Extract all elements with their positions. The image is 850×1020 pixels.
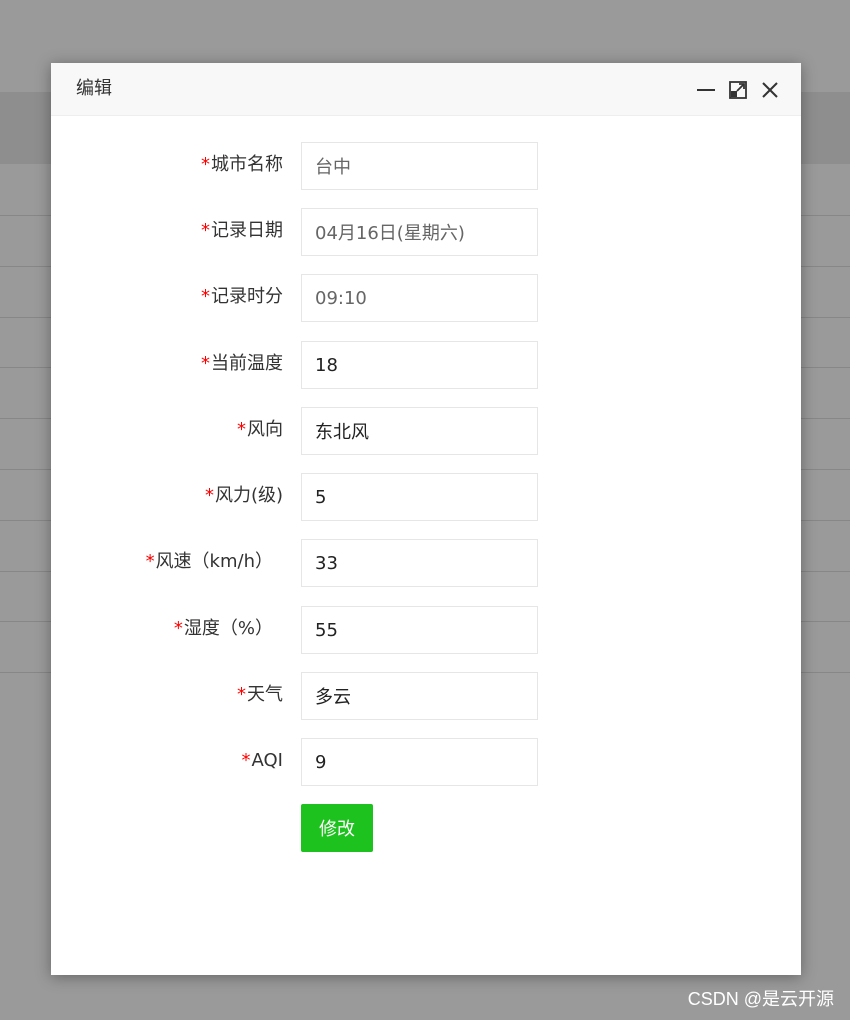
record-time-label-text: 记录时分 xyxy=(211,286,283,307)
aqi-input[interactable] xyxy=(301,738,538,786)
submit-button[interactable]: 修改 xyxy=(301,804,373,852)
minimize-icon[interactable] xyxy=(695,79,717,101)
record-date-label-text: 记录日期 xyxy=(211,220,283,241)
humidity-label: *湿度（%） xyxy=(174,618,273,640)
wind-force-label-text: 风力(级) xyxy=(214,485,283,506)
wind-force-label: *风力(级) xyxy=(205,485,283,507)
wind-direction-input[interactable] xyxy=(301,407,538,455)
record-time-input[interactable] xyxy=(301,274,538,322)
wind-direction-label: *风向 xyxy=(237,419,283,441)
required-mark: * xyxy=(201,353,210,374)
humidity-label-text: 湿度（%） xyxy=(183,618,273,639)
weather-label: *天气 xyxy=(237,684,283,706)
form-row-wind-speed: *风速（km/h） xyxy=(51,539,801,587)
city-name-label: *城市名称 xyxy=(201,154,283,176)
record-date-input[interactable] xyxy=(301,208,538,256)
required-mark: * xyxy=(201,154,210,175)
wind-speed-input[interactable] xyxy=(301,539,538,587)
form-row-wind-direction: *风向 xyxy=(51,407,801,455)
weather-label-text: 天气 xyxy=(247,684,283,705)
aqi-label: *AQI xyxy=(242,750,283,772)
form-row-time: *记录时分 xyxy=(51,274,801,322)
form-row-humidity: *湿度（%） xyxy=(51,606,801,654)
edit-dialog: 编辑 *城市名称 *记录日期 *记录时分 xyxy=(51,63,801,975)
form-row-temperature: *当前温度 xyxy=(51,341,801,389)
record-date-label: *记录日期 xyxy=(201,220,283,242)
required-mark: * xyxy=(201,220,210,241)
wind-force-input[interactable] xyxy=(301,473,538,521)
close-icon[interactable] xyxy=(759,79,781,101)
record-time-label: *记录时分 xyxy=(201,286,283,308)
form-row-city: *城市名称 xyxy=(51,142,801,190)
form-row-weather: *天气 xyxy=(51,672,801,720)
required-mark: * xyxy=(237,419,246,440)
required-mark: * xyxy=(237,684,246,705)
required-mark: * xyxy=(204,485,214,506)
temperature-input[interactable] xyxy=(301,341,538,389)
dialog-header: 编辑 xyxy=(51,63,801,116)
dialog-title: 编辑 xyxy=(76,78,112,99)
temperature-label-text: 当前温度 xyxy=(211,353,283,374)
watermark: CSDN @是云开源 xyxy=(687,989,834,1009)
wind-speed-label-text: 风速（km/h） xyxy=(155,551,273,572)
city-name-label-text: 城市名称 xyxy=(211,154,283,175)
aqi-label-text: AQI xyxy=(251,750,283,771)
maximize-icon[interactable] xyxy=(727,79,749,101)
required-mark: * xyxy=(145,551,155,572)
form-row-date: *记录日期 xyxy=(51,208,801,256)
wind-speed-label: *风速（km/h） xyxy=(146,551,273,573)
temperature-label: *当前温度 xyxy=(201,353,283,375)
form-row-wind-force: *风力(级) xyxy=(51,473,801,521)
required-mark: * xyxy=(241,750,251,771)
wind-direction-label-text: 风向 xyxy=(247,419,283,440)
required-mark: * xyxy=(173,618,183,639)
humidity-input[interactable] xyxy=(301,606,538,654)
weather-input[interactable] xyxy=(301,672,538,720)
required-mark: * xyxy=(201,286,210,307)
city-name-input[interactable] xyxy=(301,142,538,190)
form-row-aqi: *AQI xyxy=(51,738,801,786)
